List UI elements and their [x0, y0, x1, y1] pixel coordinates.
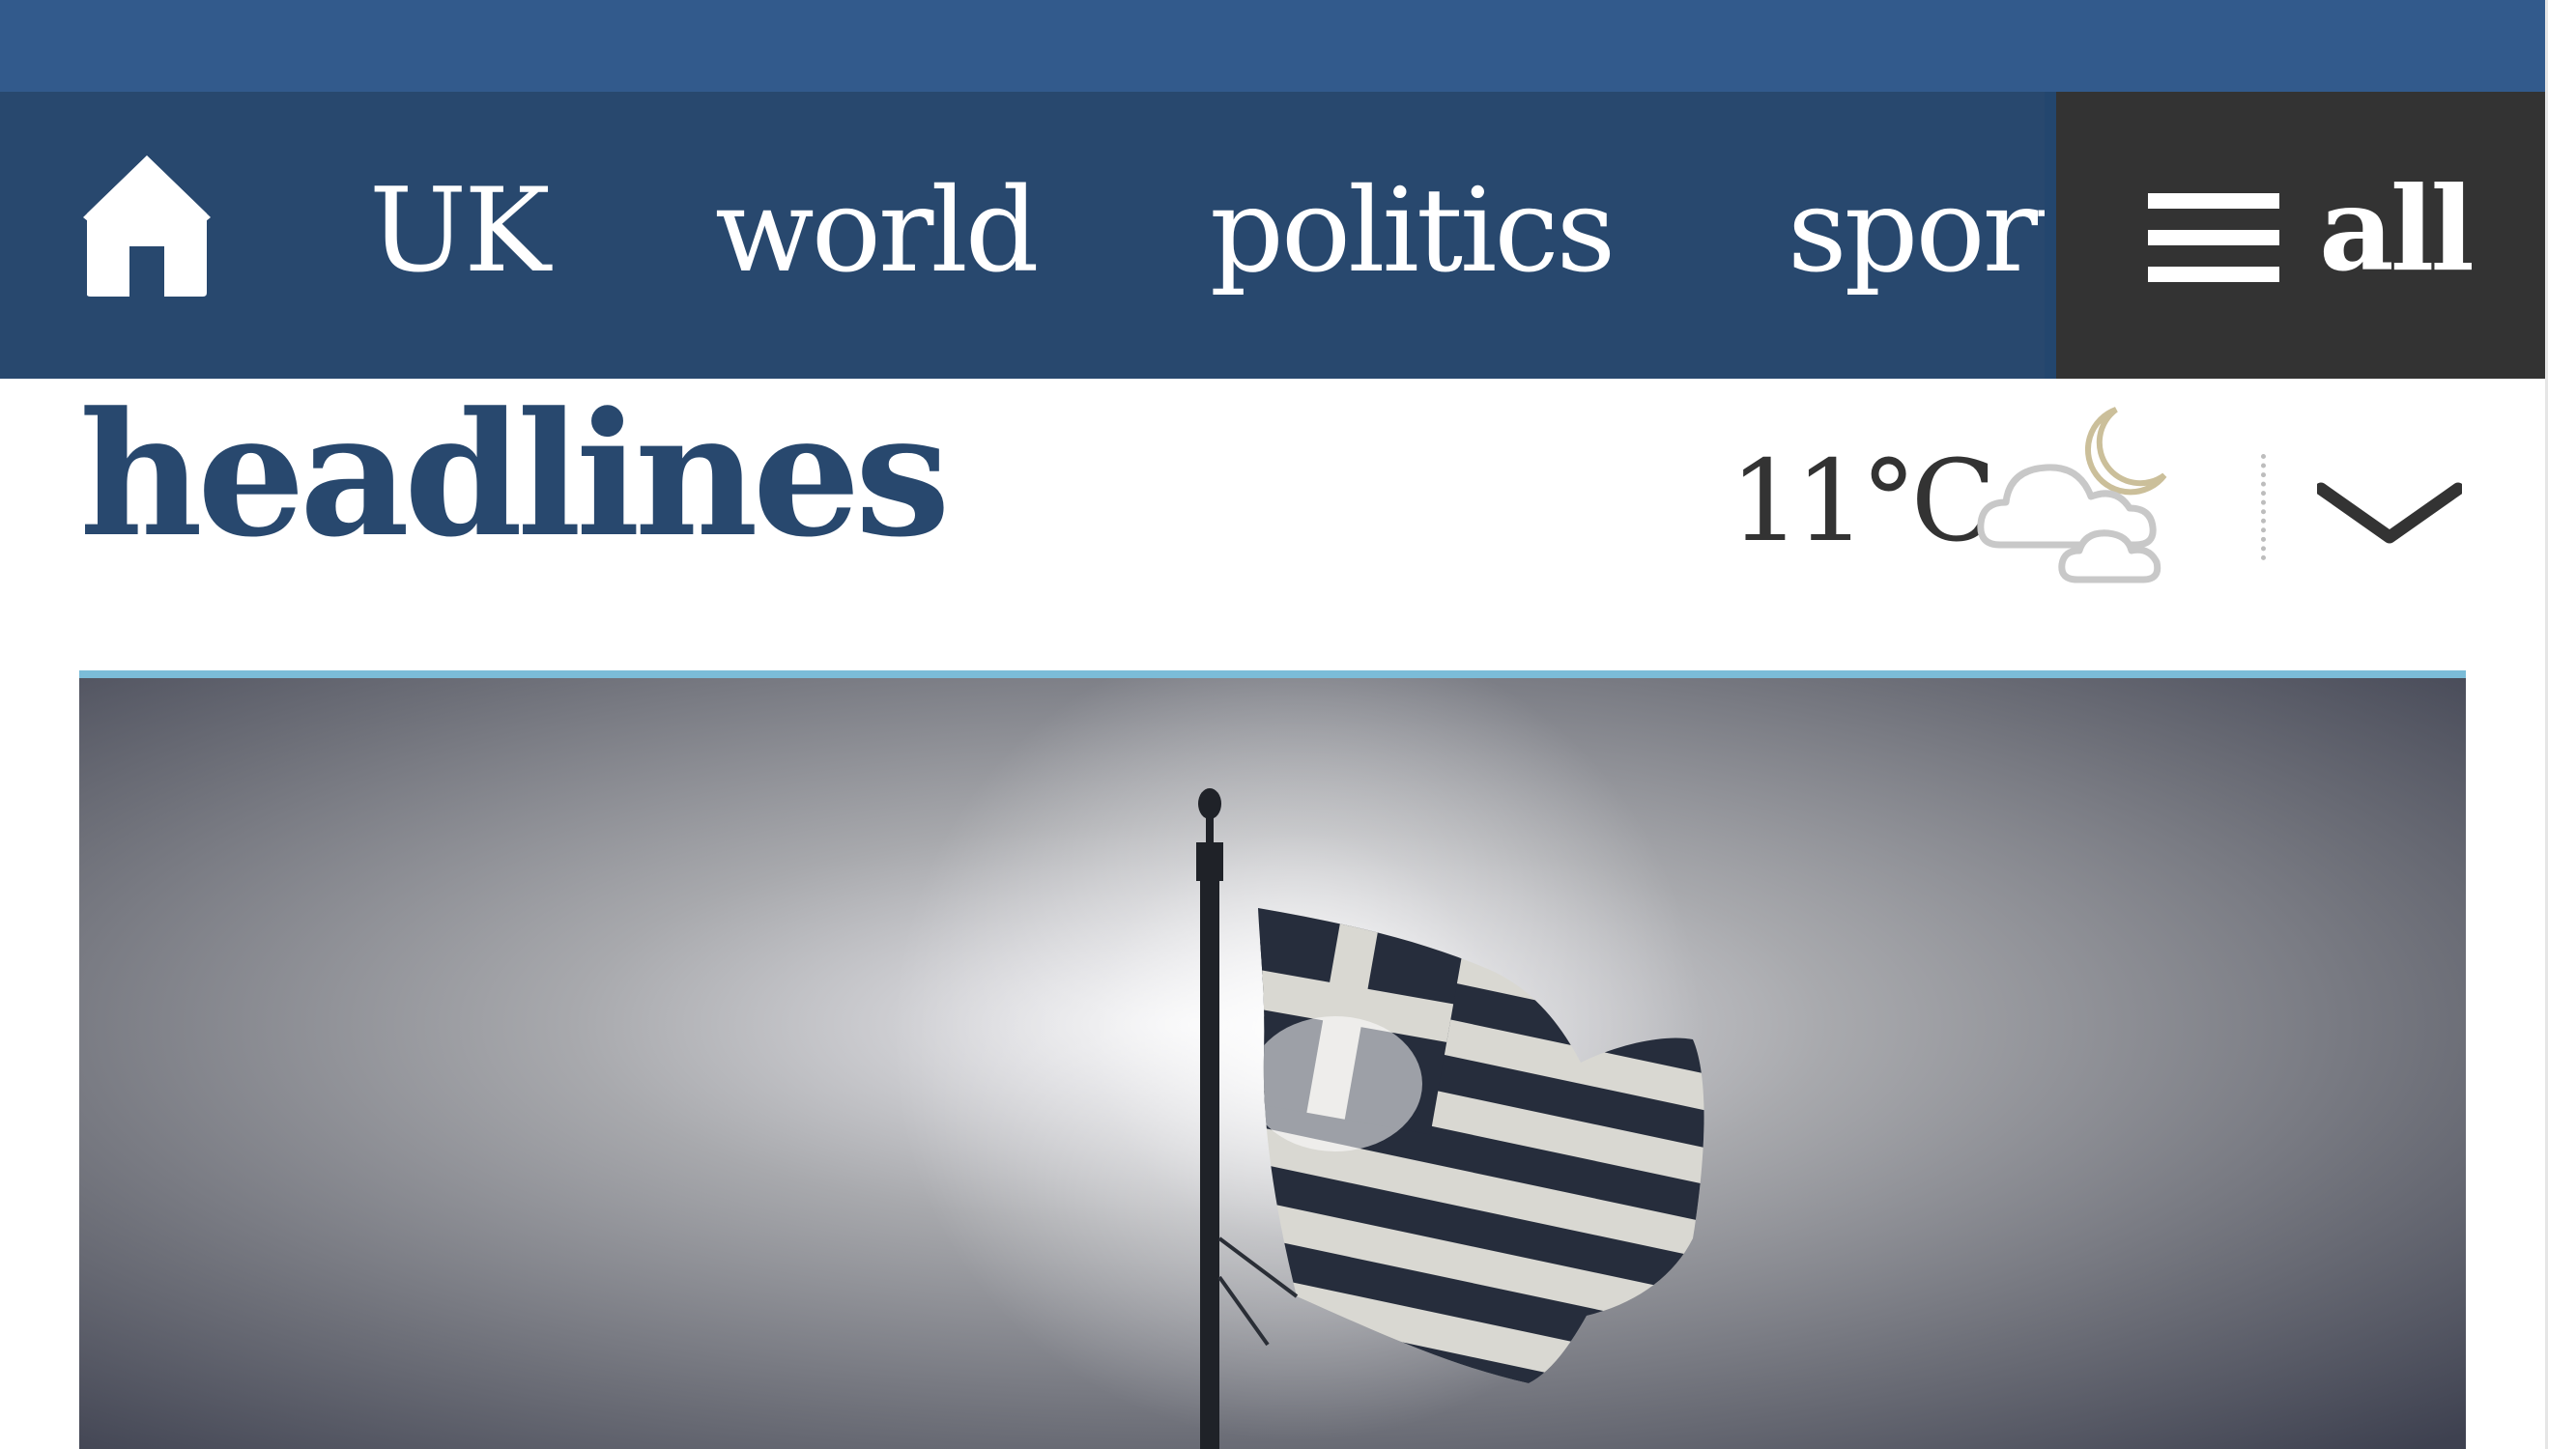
weather-temperature: 11°C — [1730, 437, 1996, 567]
page: UK world politics sport all headlines 11… — [0, 0, 2576, 1449]
chevron-down-icon[interactable] — [2314, 456, 2465, 562]
scrollbar-track — [2545, 0, 2576, 1449]
top-strip — [0, 0, 2545, 92]
home-icon-graphic — [83, 156, 211, 297]
navigation-bar: UK world politics sport all — [0, 92, 2545, 379]
all-sections-button[interactable]: all — [2056, 92, 2545, 379]
all-sections-label: all — [2319, 161, 2475, 298]
hamburger-menu-icon — [2148, 193, 2279, 282]
hero-image[interactable] — [79, 678, 2466, 1449]
weather-separator — [2261, 454, 2266, 560]
nav-item-sport[interactable]: sport — [1788, 159, 2081, 304]
nav-item-world[interactable]: world — [715, 159, 1040, 304]
home-icon[interactable] — [83, 152, 211, 297]
cloudy-night-icon — [1971, 400, 2193, 583]
greek-flag-photo — [79, 678, 2466, 1449]
page-title: headlines — [79, 375, 951, 575]
nav-item-politics[interactable]: politics — [1210, 159, 1616, 304]
section-divider — [79, 670, 2466, 678]
nav-item-uk[interactable]: UK — [369, 159, 551, 304]
